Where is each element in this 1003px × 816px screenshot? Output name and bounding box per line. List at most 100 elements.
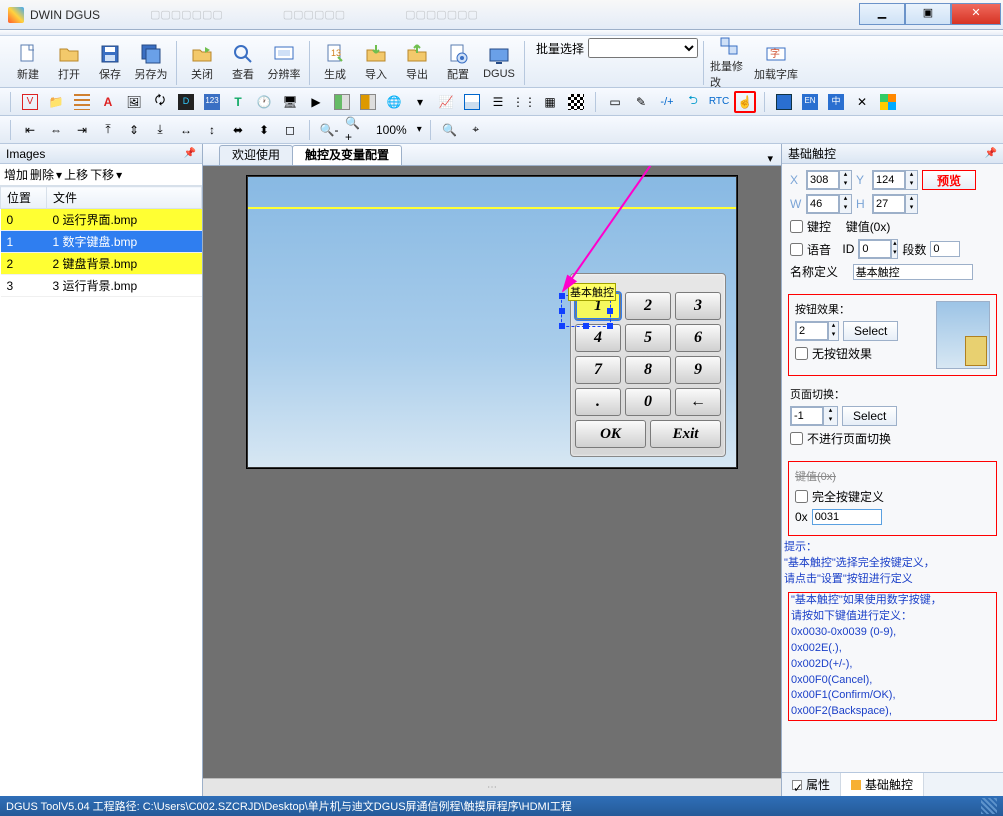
touch-hand-icon[interactable]: ☝ [734,91,756,113]
clock-icon[interactable]: 🕐 [253,91,275,113]
view-button[interactable]: 查看 [223,38,263,86]
tab-touchvar[interactable]: 触控及变量配置 [292,145,402,165]
rtab-props[interactable]: ✓属性 [782,773,841,796]
chevron-down-icon[interactable]: ▾ [409,91,431,113]
minimize-button[interactable]: ▁ [859,3,905,25]
grid-icon[interactable]: ▦ [539,91,561,113]
dist-v-icon[interactable]: ↕ [201,119,223,141]
images-up[interactable]: 上移 [64,166,88,183]
h-scrollbar[interactable]: ⋯ [203,782,781,793]
voice-id-input[interactable]: ▴▾ [858,239,898,259]
picture-icon[interactable]: 🖼 [123,91,145,113]
tab-welcome[interactable]: 欢迎使用 [219,145,293,165]
new-button[interactable]: 新建 [8,38,48,86]
table-row[interactable]: 33 运行背景.bmp [1,275,202,297]
name-input[interactable] [853,264,973,280]
y-input[interactable]: ▴▾ [872,170,918,190]
hex-input[interactable] [812,509,882,525]
page-switch-select[interactable]: Select [842,406,897,426]
images-down[interactable]: 下移 [90,166,114,183]
table-icon[interactable] [461,91,483,113]
table-row[interactable]: 00 运行界面.bmp [1,209,202,231]
return-icon[interactable]: ⮌ [682,91,704,113]
grid-panel-icon[interactable] [773,91,795,113]
num-icon[interactable]: 123 [201,91,223,113]
no-btn-effect-checkbox[interactable] [795,347,808,360]
close-project-button[interactable]: 关闭 [182,38,222,86]
same-width-icon[interactable]: ⬌ [227,119,249,141]
key-4[interactable]: 4 [575,324,621,352]
seg-input[interactable] [930,241,960,257]
table-row[interactable]: 22 键盘背景.bmp [1,253,202,275]
key-.[interactable]: . [575,388,621,416]
config-button[interactable]: 配置 [438,38,478,86]
resolution-button[interactable]: 分辨率 [264,38,304,86]
open-button[interactable]: 打开 [49,38,89,86]
h-input[interactable]: ▴▾ [872,194,918,214]
maximize-button[interactable]: ▣ [905,3,951,25]
no-page-switch-checkbox[interactable] [790,432,803,445]
images-delete[interactable]: 删除 [30,166,54,183]
col-pos[interactable]: 位置 [1,187,47,209]
list-icon[interactable]: ☰ [487,91,509,113]
saveas-button[interactable]: 另存为 [131,38,171,86]
key-9[interactable]: 9 [675,356,721,384]
zoom-out-icon[interactable]: 🔍- [318,119,340,141]
voice-checkbox[interactable] [790,243,803,256]
align-icon[interactable] [71,91,93,113]
zoom-dropdown[interactable]: ▾ [417,124,422,135]
progress-icon[interactable] [331,91,353,113]
var-icon[interactable]: V [19,91,41,113]
key-exit[interactable]: Exit [650,420,721,448]
generate-button[interactable]: 13生成 [315,38,355,86]
text-a-icon[interactable]: A [97,91,119,113]
adjust-icon[interactable]: -/+ [656,91,678,113]
x-input[interactable]: ▴▾ [806,170,852,190]
dgus-button[interactable]: DGUS [479,38,519,86]
dist-h-icon[interactable]: ↔ [175,119,197,141]
key-8[interactable]: 8 [625,356,671,384]
page-switch-input[interactable]: ▴▾ [790,406,838,426]
col-file[interactable]: 文件 [47,187,202,209]
save-button[interactable]: 保存 [90,38,130,86]
close-button[interactable]: ✕ [951,3,1001,25]
en-icon[interactable]: EN [799,91,821,113]
slider2-icon[interactable] [357,91,379,113]
key-3[interactable]: 3 [675,292,721,320]
keyctrl-checkbox[interactable] [790,220,803,233]
text-t-icon[interactable]: T [227,91,249,113]
preview-button[interactable]: 预览 [922,170,976,190]
locate-icon[interactable]: ⌖ [465,119,487,141]
load-font-button[interactable]: 字加载字库 [750,38,802,86]
btn-effect-select[interactable]: Select [843,321,898,341]
full-keydef-checkbox[interactable] [795,490,808,503]
zoom-in-icon[interactable]: 🔍+ [344,119,366,141]
batch-select[interactable] [588,38,698,58]
align-top-icon[interactable]: ⤒ [97,119,119,141]
key-6[interactable]: 6 [675,324,721,352]
images-add[interactable]: 增加 [4,166,28,183]
align-center-h-icon[interactable]: ⇔ [45,119,67,141]
images-delete-menu[interactable]: ▾ [56,168,62,182]
key-ok[interactable]: OK [575,420,646,448]
import-button[interactable]: 导入 [356,38,396,86]
anim-icon[interactable]: ▶ [305,91,327,113]
qr-icon[interactable] [565,91,587,113]
doc-icon[interactable]: D [175,91,197,113]
folder-icon[interactable]: 📁 [45,91,67,113]
globe-icon[interactable]: 🌐 [383,91,405,113]
align-bottom-icon[interactable]: ⤓ [149,119,171,141]
cn-icon[interactable]: 中 [825,91,847,113]
key-2[interactable]: 2 [625,292,671,320]
dots-icon[interactable]: ⋮⋮ [513,91,535,113]
key-7[interactable]: 7 [575,356,621,384]
chart-icon[interactable]: 📈 [435,91,457,113]
rtab-basic[interactable]: 基础触控 [841,773,924,796]
layout-icon[interactable] [877,91,899,113]
align-middle-icon[interactable]: ⇕ [123,119,145,141]
key-←[interactable]: ← [675,388,721,416]
refresh-icon[interactable]: 🗘 [149,91,171,113]
right-pin-icon[interactable]: 📌 [985,148,997,159]
batch-modify-button[interactable]: 批量修改 [709,38,749,86]
display-icon[interactable]: 🖥 [279,91,301,113]
